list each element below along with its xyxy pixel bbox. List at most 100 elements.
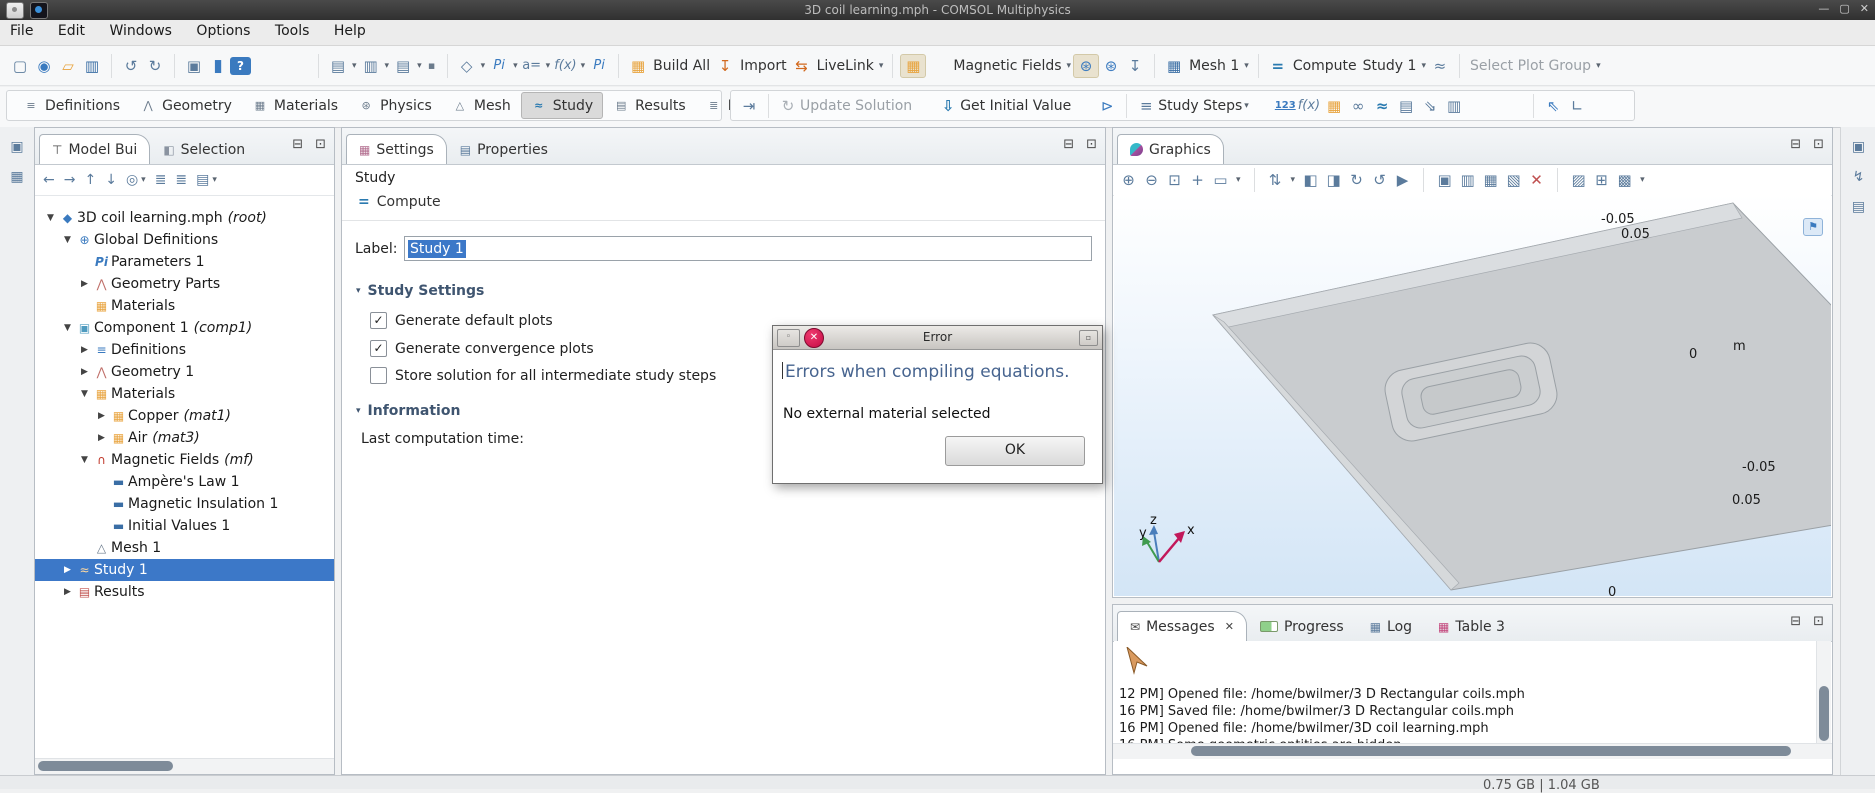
table-window-icon[interactable]: ▦ [0, 167, 34, 187]
collapse-all-icon[interactable]: ≣ [155, 172, 167, 188]
geometry-parts-icon[interactable]: ◇ [455, 55, 479, 77]
tree-item-geometry1[interactable]: ▶ ⋀ Geometry 1 [35, 361, 334, 383]
statistics-icon[interactable]: ▥ [1442, 95, 1466, 117]
update-solution-button[interactable]: Update Solution [800, 98, 912, 114]
messages-log[interactable]: 12 PM] Opened file: /home/bwilmer/3 D Re… [1114, 641, 1817, 743]
move-up-icon[interactable]: ↑ [84, 172, 96, 188]
zoom-extents-icon[interactable]: ⊡ [1165, 170, 1184, 190]
model-manager-icon[interactable]: ◉ [32, 55, 56, 77]
livelink-button[interactable]: LiveLink [814, 58, 877, 74]
build-all-icon[interactable]: ▦ [626, 55, 650, 77]
wireframe-icon[interactable]: ▦ [1481, 170, 1500, 190]
menu-tools[interactable]: Tools [265, 20, 320, 42]
tab-model-builder[interactable]: ⊤ Model Bui [39, 134, 150, 164]
select-plot-group-select[interactable]: Select Plot Group [1467, 58, 1594, 74]
chevron-down-icon[interactable]: ▾ [1594, 61, 1603, 71]
open-file-icon[interactable]: ▱ [56, 55, 80, 77]
expand-arrow-icon[interactable]: ▶ [77, 345, 92, 355]
tree-item-geometry-parts[interactable]: ▶ ⋀ Geometry Parts [35, 273, 334, 295]
dialog-close-icon[interactable]: ▫ [1079, 330, 1098, 346]
tree-item-air[interactable]: ▶ ▦ Air (mat3) [35, 427, 334, 449]
export-icon[interactable]: ⇘ [1418, 95, 1442, 117]
chevron-down-icon[interactable]: ▾ [877, 61, 886, 71]
menu-help[interactable]: Help [324, 20, 376, 42]
maximize-panel-icon[interactable]: ⊡ [1813, 614, 1824, 629]
study-branch-icon[interactable]: ≈ [1428, 55, 1452, 77]
parametric-sweep-icon[interactable]: 123 [1275, 100, 1296, 111]
tab-settings[interactable]: ▦ Settings [346, 134, 447, 164]
expand-arrow-icon[interactable]: ▼ [77, 455, 92, 465]
checkbox-store-solution[interactable]: Store solution for all intermediate stud… [370, 367, 716, 384]
import-physics-icon[interactable]: ↧ [1123, 55, 1147, 77]
tree-item-component1[interactable]: ▼ ▣ Component 1 (comp1) [35, 317, 334, 339]
chevron-down-icon[interactable]: ▾ [1242, 61, 1251, 71]
tab-materials[interactable]: ▦ Materials [242, 92, 348, 119]
ok-button[interactable]: OK [945, 436, 1085, 466]
tree-item-copper[interactable]: ▶ ▦ Copper (mat1) [35, 405, 334, 427]
import-button[interactable]: Import [737, 58, 789, 74]
livelink-icon[interactable]: ⇆ [790, 55, 814, 77]
tab-messages[interactable]: ✉ Messages ✕ [1117, 611, 1247, 641]
expand-arrow-icon[interactable]: ▶ [77, 279, 92, 289]
tree-item-definitions[interactable]: ▶ ≡ Definitions [35, 339, 334, 361]
show-model-tree-icon[interactable]: ▤ [326, 55, 350, 77]
variables-icon[interactable]: a= [520, 56, 544, 75]
tree-item-materials[interactable]: ▼ ▦ Materials [35, 383, 334, 405]
checkbox-icon[interactable]: ✓ [370, 312, 387, 329]
get-initial-value-button[interactable]: Get Initial Value [960, 98, 1071, 114]
compute-button[interactable]: Compute [1290, 58, 1360, 74]
tree-item-global-definitions[interactable]: ▼ ⊕ Global Definitions [35, 229, 334, 251]
view-xy-icon[interactable]: ◧ [1301, 170, 1320, 190]
collapse-caret-icon[interactable]: ▾ [356, 406, 361, 416]
close-tab-icon[interactable]: ✕ [1225, 620, 1234, 633]
chevron-down-icon[interactable]: ▾ [1234, 175, 1243, 185]
batch-icon[interactable]: ∞ [1346, 95, 1370, 117]
show-grid-icon[interactable]: ▧ [1504, 170, 1523, 190]
scrollbar-thumb[interactable] [1819, 686, 1829, 741]
chevron-down-icon[interactable]: ▾ [511, 61, 520, 71]
compute-button[interactable]: = Compute [358, 194, 441, 210]
zoom-in-icon[interactable]: ⊕ [1119, 170, 1138, 190]
hide-objects-icon[interactable]: ✕ [1527, 170, 1546, 190]
expand-arrow-icon[interactable]: ▼ [77, 389, 92, 399]
back-icon[interactable]: ← [43, 172, 55, 188]
snapshot-icon[interactable]: ⊞ [1592, 170, 1611, 190]
chevron-down-icon[interactable]: ▾ [1419, 61, 1428, 71]
expand-all-icon[interactable]: ≣ [175, 172, 187, 188]
rotate-cw-icon[interactable]: ↻ [1347, 170, 1366, 190]
minimize-panel-icon[interactable]: ⊟ [1063, 137, 1074, 152]
error-dialog-titlebar[interactable]: ◦ ✕ Error ▫ [773, 326, 1102, 350]
add-material-icon[interactable]: ▦ [900, 54, 926, 78]
maximize-panel-icon[interactable]: ⊡ [315, 137, 326, 152]
tab-study[interactable]: ≈ Study [521, 92, 603, 119]
minimize-panel-icon[interactable]: ⊟ [1790, 614, 1801, 629]
case-parameter-icon[interactable]: Pi [587, 56, 611, 75]
physics-node-icon[interactable]: ⊛ [1099, 55, 1123, 77]
tab-properties[interactable]: ▤ Properties [447, 134, 561, 164]
model-tree-node-text-icon[interactable]: ▤ [196, 172, 209, 188]
node-order-icon[interactable]: ▤ [391, 55, 415, 77]
study-reference-icon[interactable]: ≈ [1370, 95, 1394, 117]
expand-arrow-icon[interactable]: ▶ [94, 411, 109, 421]
tab-results[interactable]: ▤ Results [603, 92, 696, 119]
play-animation-icon[interactable]: ▶ [1393, 170, 1412, 190]
select-color-icon[interactable]: ▨ [1569, 170, 1588, 190]
chevron-down-icon[interactable]: ▾ [1242, 101, 1251, 111]
chevron-down-icon[interactable]: ▾ [1065, 61, 1074, 71]
new-file-icon[interactable]: ▢ [8, 55, 32, 77]
scene-light-icon[interactable]: ▣ [1435, 170, 1454, 190]
chevron-down-icon[interactable]: ▾ [1289, 175, 1298, 185]
chevron-down-icon[interactable]: ▾ [383, 61, 392, 71]
help-icon[interactable]: ? [230, 57, 251, 75]
dock-panel-icon[interactable]: ▤ [1841, 197, 1875, 217]
checkbox-generate-convergence-plots[interactable]: ✓ Generate convergence plots [370, 340, 594, 357]
move-down-icon[interactable]: ↓ [105, 172, 117, 188]
paste-icon[interactable]: ▮ [206, 54, 230, 78]
go-to-view-icon[interactable]: ⇅ [1266, 170, 1285, 190]
view-yz-icon[interactable]: ◨ [1324, 170, 1343, 190]
zoom-out-icon[interactable]: ⊖ [1142, 170, 1161, 190]
quick-access-icon[interactable]: ↯ [1841, 167, 1875, 187]
mesh-icon[interactable]: ▦ [1162, 55, 1186, 77]
vertical-scrollbar[interactable] [1816, 641, 1831, 743]
compute-icon[interactable]: = [1266, 55, 1290, 77]
